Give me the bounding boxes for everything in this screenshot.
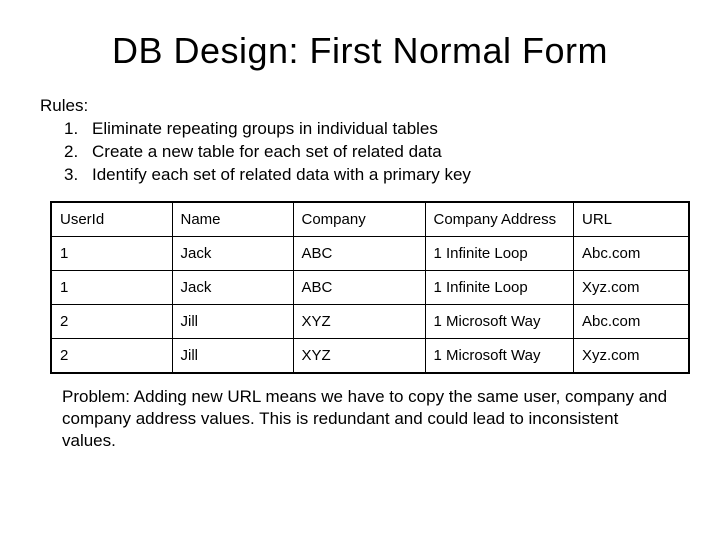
cell-company: ABC [293, 236, 425, 270]
cell-url: Abc.com [574, 304, 690, 338]
rule-item: 1. Eliminate repeating groups in individ… [40, 118, 680, 141]
cell-company: ABC [293, 270, 425, 304]
col-header-address: Company Address [425, 202, 574, 237]
col-header-company: Company [293, 202, 425, 237]
cell-name: Jill [172, 304, 293, 338]
cell-userid: 1 [51, 270, 172, 304]
cell-url: Xyz.com [574, 270, 690, 304]
table-row: 2 Jill XYZ 1 Microsoft Way Abc.com [51, 304, 689, 338]
problem-text: Problem: Adding new URL means we have to… [62, 386, 670, 452]
col-header-url: URL [574, 202, 690, 237]
cell-url: Xyz.com [574, 338, 690, 373]
col-header-name: Name [172, 202, 293, 237]
table-header-row: UserId Name Company Company Address URL [51, 202, 689, 237]
cell-name: Jill [172, 338, 293, 373]
data-table: UserId Name Company Company Address URL … [50, 201, 690, 374]
cell-address: 1 Microsoft Way [425, 304, 574, 338]
cell-company: XYZ [293, 304, 425, 338]
rule-text: Eliminate repeating groups in individual… [74, 118, 438, 141]
cell-company: XYZ [293, 338, 425, 373]
cell-userid: 2 [51, 338, 172, 373]
rules-list: 1. Eliminate repeating groups in individ… [40, 118, 680, 187]
col-header-userid: UserId [51, 202, 172, 237]
cell-name: Jack [172, 270, 293, 304]
cell-address: 1 Infinite Loop [425, 236, 574, 270]
rule-number: 1. [40, 118, 74, 141]
cell-address: 1 Infinite Loop [425, 270, 574, 304]
rule-text: Identify each set of related data with a… [74, 164, 471, 187]
cell-userid: 1 [51, 236, 172, 270]
cell-userid: 2 [51, 304, 172, 338]
slide: DB Design: First Normal Form Rules: 1. E… [0, 0, 720, 540]
cell-address: 1 Microsoft Way [425, 338, 574, 373]
cell-name: Jack [172, 236, 293, 270]
rule-number: 3. [40, 164, 74, 187]
rule-text: Create a new table for each set of relat… [74, 141, 442, 164]
rules-label: Rules: [40, 96, 680, 116]
rule-item: 3. Identify each set of related data wit… [40, 164, 680, 187]
page-title: DB Design: First Normal Form [40, 30, 680, 72]
table-row: 1 Jack ABC 1 Infinite Loop Abc.com [51, 236, 689, 270]
rule-item: 2. Create a new table for each set of re… [40, 141, 680, 164]
table-row: 2 Jill XYZ 1 Microsoft Way Xyz.com [51, 338, 689, 373]
table-row: 1 Jack ABC 1 Infinite Loop Xyz.com [51, 270, 689, 304]
rule-number: 2. [40, 141, 74, 164]
cell-url: Abc.com [574, 236, 690, 270]
